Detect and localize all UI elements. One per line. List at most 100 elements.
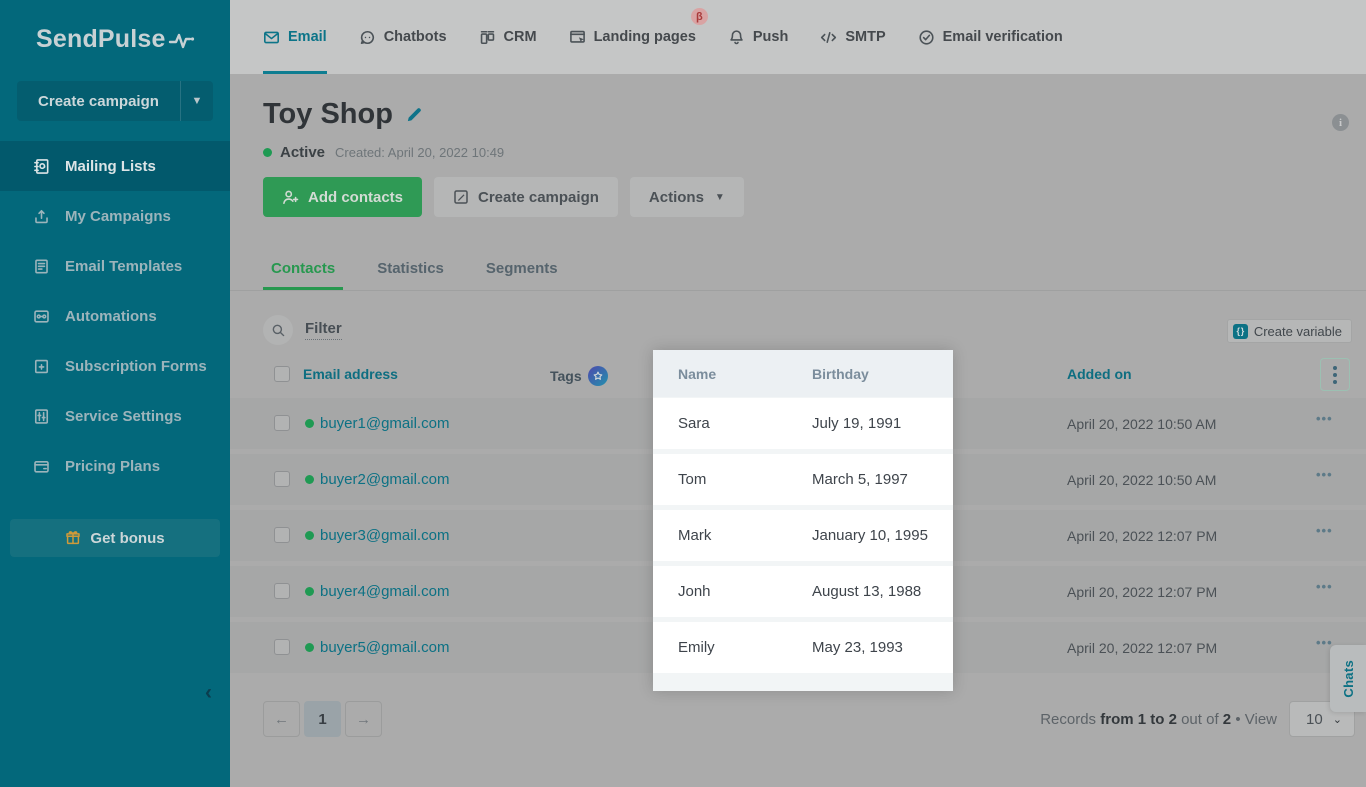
- row-checkbox[interactable]: [274, 415, 290, 431]
- nav-item-smtp[interactable]: SMTP: [820, 0, 885, 74]
- contact-name-value: Sara: [678, 415, 710, 432]
- sidebar-item-label: My Campaigns: [65, 208, 171, 225]
- chats-label: Chats: [1341, 660, 1356, 698]
- contact-email-link[interactable]: buyer5@gmail.com: [320, 639, 449, 656]
- records-summary-row: Records from 1 to 2 out of 2 • View 10 ⌄: [1040, 701, 1355, 737]
- row-checkbox[interactable]: [274, 639, 290, 655]
- row-checkbox[interactable]: [274, 527, 290, 543]
- row-actions-button[interactable]: •••: [1316, 523, 1333, 538]
- crm-icon: [479, 29, 496, 46]
- nav-item-email[interactable]: Email: [263, 0, 327, 74]
- tabs: Contacts Statistics Segments: [263, 251, 566, 289]
- page-title: Toy Shop: [263, 98, 393, 131]
- search-button[interactable]: [263, 315, 293, 345]
- sidebar-item-mailing-lists[interactable]: Mailing Lists: [0, 141, 230, 191]
- sidebar-nav: Mailing Lists My Campaigns Email Templates…: [0, 141, 230, 491]
- column-birthday[interactable]: Birthday: [812, 366, 869, 382]
- chats-tab[interactable]: Chats: [1330, 645, 1366, 712]
- next-page-button[interactable]: →: [345, 701, 382, 737]
- page-number-button[interactable]: 1: [304, 701, 341, 737]
- sidebar: SendPulse Create campaign ▼ Mailing List…: [0, 0, 230, 787]
- sidebar-item-my-campaigns[interactable]: My Campaigns: [0, 191, 230, 241]
- contact-name-value: Tom: [678, 471, 706, 488]
- row-checkbox[interactable]: [274, 471, 290, 487]
- filter-toggle[interactable]: Filter: [305, 320, 342, 340]
- sidebar-item-pricing-plans[interactable]: Pricing Plans: [0, 441, 230, 491]
- row-checkbox[interactable]: [274, 583, 290, 599]
- contact-birthday-value: August 13, 1988: [812, 583, 921, 600]
- sidebar-item-service-settings[interactable]: Service Settings: [0, 391, 230, 441]
- add-contacts-button[interactable]: Add contacts: [263, 177, 422, 217]
- contact-name-value: Emily: [678, 639, 715, 656]
- added-on-value: April 20, 2022 12:07 PM: [1067, 640, 1217, 656]
- added-on-value: April 20, 2022 10:50 AM: [1067, 472, 1216, 488]
- column-added-on[interactable]: Added on: [1067, 366, 1132, 382]
- create-campaign-main-label: Create campaign: [478, 189, 599, 206]
- highlighted-row: JonhAugust 13, 1988: [653, 566, 953, 617]
- pagination: ← 1 →: [263, 701, 382, 737]
- column-name[interactable]: Name: [678, 366, 716, 382]
- contact-email-link[interactable]: buyer4@gmail.com: [320, 583, 449, 600]
- added-on-value: April 20, 2022 10:50 AM: [1067, 416, 1216, 432]
- contact-birthday-value: March 5, 1997: [812, 471, 908, 488]
- nav-item-label: CRM: [504, 29, 537, 45]
- create-campaign-label: Create campaign: [17, 81, 180, 121]
- sendpulse-logo[interactable]: SendPulse: [0, 0, 230, 54]
- row-actions-button[interactable]: •••: [1316, 411, 1333, 426]
- get-bonus-button[interactable]: Get bonus: [10, 519, 220, 557]
- actions-label: Actions: [649, 189, 704, 206]
- push-icon: [728, 29, 745, 46]
- previous-page-button[interactable]: ←: [263, 701, 300, 737]
- sidebar-item-label: Mailing Lists: [65, 158, 156, 175]
- row-actions-button[interactable]: •••: [1316, 579, 1333, 594]
- page-size-value: 10: [1306, 711, 1323, 728]
- top-navigation: Email Chatbots CRM Landing pagesβ Push SMTP Em…: [230, 0, 1366, 74]
- chevron-down-icon: ▼: [715, 192, 725, 203]
- sidebar-item-automations[interactable]: Automations: [0, 291, 230, 341]
- tab-segments[interactable]: Segments: [478, 251, 566, 289]
- add-contacts-label: Add contacts: [308, 189, 403, 206]
- email-icon: [263, 29, 280, 46]
- chevron-down-icon: ⌄: [1333, 713, 1342, 726]
- nav-item-crm[interactable]: CRM: [479, 0, 537, 74]
- contact-email-link[interactable]: buyer3@gmail.com: [320, 527, 449, 544]
- sidebar-item-label: Pricing Plans: [65, 458, 160, 475]
- sidebar-item-subscription-forms[interactable]: Subscription Forms: [0, 341, 230, 391]
- tab-statistics[interactable]: Statistics: [369, 251, 452, 289]
- contact-birthday-value: May 23, 1993: [812, 639, 903, 656]
- added-on-value: April 20, 2022 12:07 PM: [1067, 528, 1217, 544]
- column-email-address[interactable]: Email address: [303, 366, 398, 382]
- create-campaign-button[interactable]: Create campaign ▼: [17, 81, 213, 121]
- actions-button[interactable]: Actions ▼: [630, 177, 744, 217]
- sidebar-item-email-templates[interactable]: Email Templates: [0, 241, 230, 291]
- beta-badge: β: [691, 8, 708, 25]
- my-campaigns-icon: [33, 208, 50, 225]
- tab-contacts[interactable]: Contacts: [263, 251, 343, 289]
- column-settings-button[interactable]: [1320, 358, 1350, 391]
- pulse-icon: [168, 29, 198, 51]
- row-actions-button[interactable]: •••: [1316, 467, 1333, 482]
- column-tags[interactable]: Tags: [550, 366, 608, 386]
- records-summary: Records from 1 to 2 out of 2 • View: [1040, 711, 1277, 728]
- nav-item-email-verification[interactable]: Email verification: [918, 0, 1063, 74]
- highlighted-row: MarkJanuary 10, 1995: [653, 510, 953, 561]
- highlighted-columns-panel: Name Birthday SaraJuly 19, 1991 Tom March …: [653, 350, 953, 691]
- info-icon[interactable]: i: [1332, 114, 1349, 131]
- chevron-down-icon[interactable]: ▼: [180, 81, 213, 121]
- nav-item-chatbots[interactable]: Chatbots: [359, 0, 447, 74]
- nav-item-push[interactable]: Push: [728, 0, 788, 74]
- collapse-sidebar-icon[interactable]: ‹: [205, 682, 212, 703]
- add-user-icon: [282, 189, 299, 206]
- status-badge: Active: [280, 144, 325, 161]
- contact-name-value: Mark: [678, 527, 711, 544]
- create-campaign-button-main[interactable]: Create campaign: [434, 177, 618, 217]
- create-variable-button[interactable]: { } Create variable: [1227, 319, 1352, 343]
- tags-label: Tags: [550, 368, 582, 384]
- created-date: Created: April 20, 2022 10:49: [335, 145, 504, 160]
- select-all-checkbox[interactable]: [274, 366, 290, 382]
- highlighted-row: SaraJuly 19, 1991: [653, 398, 953, 449]
- edit-title-icon[interactable]: [405, 105, 424, 124]
- nav-item-landing-pages[interactable]: Landing pagesβ: [569, 0, 696, 74]
- contact-email-link[interactable]: buyer2@gmail.com: [320, 471, 449, 488]
- contact-email-link[interactable]: buyer1@gmail.com: [320, 415, 449, 432]
